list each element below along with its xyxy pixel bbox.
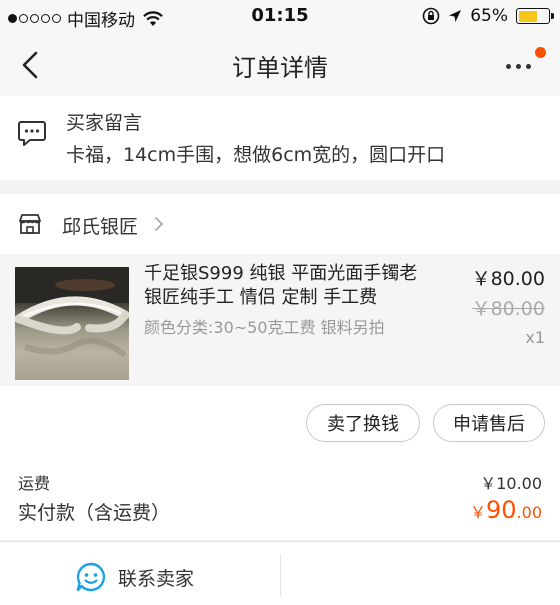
- location-arrow-icon: [449, 10, 462, 22]
- product-spec: 颜色分类:30~50克工费 银料另拍: [144, 318, 385, 337]
- rotation-lock-icon: [422, 7, 440, 25]
- product-quantity: x1: [525, 328, 545, 347]
- paid-amount: ￥90.00: [470, 496, 542, 524]
- paid-currency: ￥: [469, 503, 486, 522]
- chevron-right-icon: [155, 217, 164, 231]
- product-thumbnail[interactable]: [15, 267, 129, 380]
- notification-badge: [535, 47, 546, 58]
- buyer-message-text: 卡福，14cm手围，想做6cm宽的，圆口开口: [66, 144, 446, 166]
- status-right: 65%: [422, 6, 554, 26]
- page-title: 订单详情: [232, 54, 328, 82]
- store-icon: [19, 214, 41, 234]
- more-dots-icon: [506, 64, 531, 69]
- shipping-label: 运费: [18, 474, 51, 493]
- shop-row[interactable]: 邱氏银匠: [0, 194, 560, 254]
- original-price: ￥80.00: [471, 298, 545, 320]
- bottom-divider: [280, 554, 281, 596]
- product-price: ￥80.00: [471, 268, 545, 290]
- bracelet-image: [15, 267, 129, 358]
- contact-seller-button[interactable]: 联系卖家: [76, 562, 194, 592]
- battery-level: [518, 10, 538, 22]
- order-item[interactable]: 千足银S999 纯银 平面光面手镯老银匠纯手工 情侣 定制 手工费 颜色分类:3…: [0, 254, 560, 386]
- more-button[interactable]: [506, 47, 546, 78]
- paid-amount-label: 实付款（含运费）: [18, 502, 171, 524]
- contact-seller-label: 联系卖家: [118, 567, 195, 590]
- status-bar: 中国移动 01:15 65%: [0, 0, 560, 34]
- bottom-action-bar: 联系卖家: [0, 541, 560, 605]
- smile-chat-icon: [76, 562, 106, 592]
- paid-integer: 90: [486, 496, 517, 524]
- buyer-message-card: 买家留言 卡福，14cm手围，想做6cm宽的，圆口开口: [0, 96, 560, 180]
- after-sale-button[interactable]: 申请售后: [433, 404, 545, 442]
- paid-decimal: .00: [516, 503, 542, 522]
- payment-summary: 运费 ￥10.00 实付款（含运费） ￥90.00: [0, 456, 560, 540]
- navigation-bar: 订单详情: [0, 34, 560, 96]
- battery-icon: [516, 8, 554, 24]
- shipping-value: ￥10.00: [480, 474, 542, 493]
- product-title[interactable]: 千足银S999 纯银 平面光面手镯老银匠纯手工 情侣 定制 手工费: [144, 262, 434, 310]
- shop-name[interactable]: 邱氏银匠: [62, 212, 138, 239]
- buyer-message-label: 买家留言: [66, 112, 143, 134]
- order-card: 邱氏银匠 千足银S999 纯银 平面光面手镯老银匠纯手工 情侣 定制 手工费 颜…: [0, 194, 560, 456]
- chat-bubble-icon: [18, 121, 46, 146]
- sell-for-cash-button[interactable]: 卖了换钱: [306, 404, 420, 442]
- battery-percent: 65%: [470, 6, 508, 26]
